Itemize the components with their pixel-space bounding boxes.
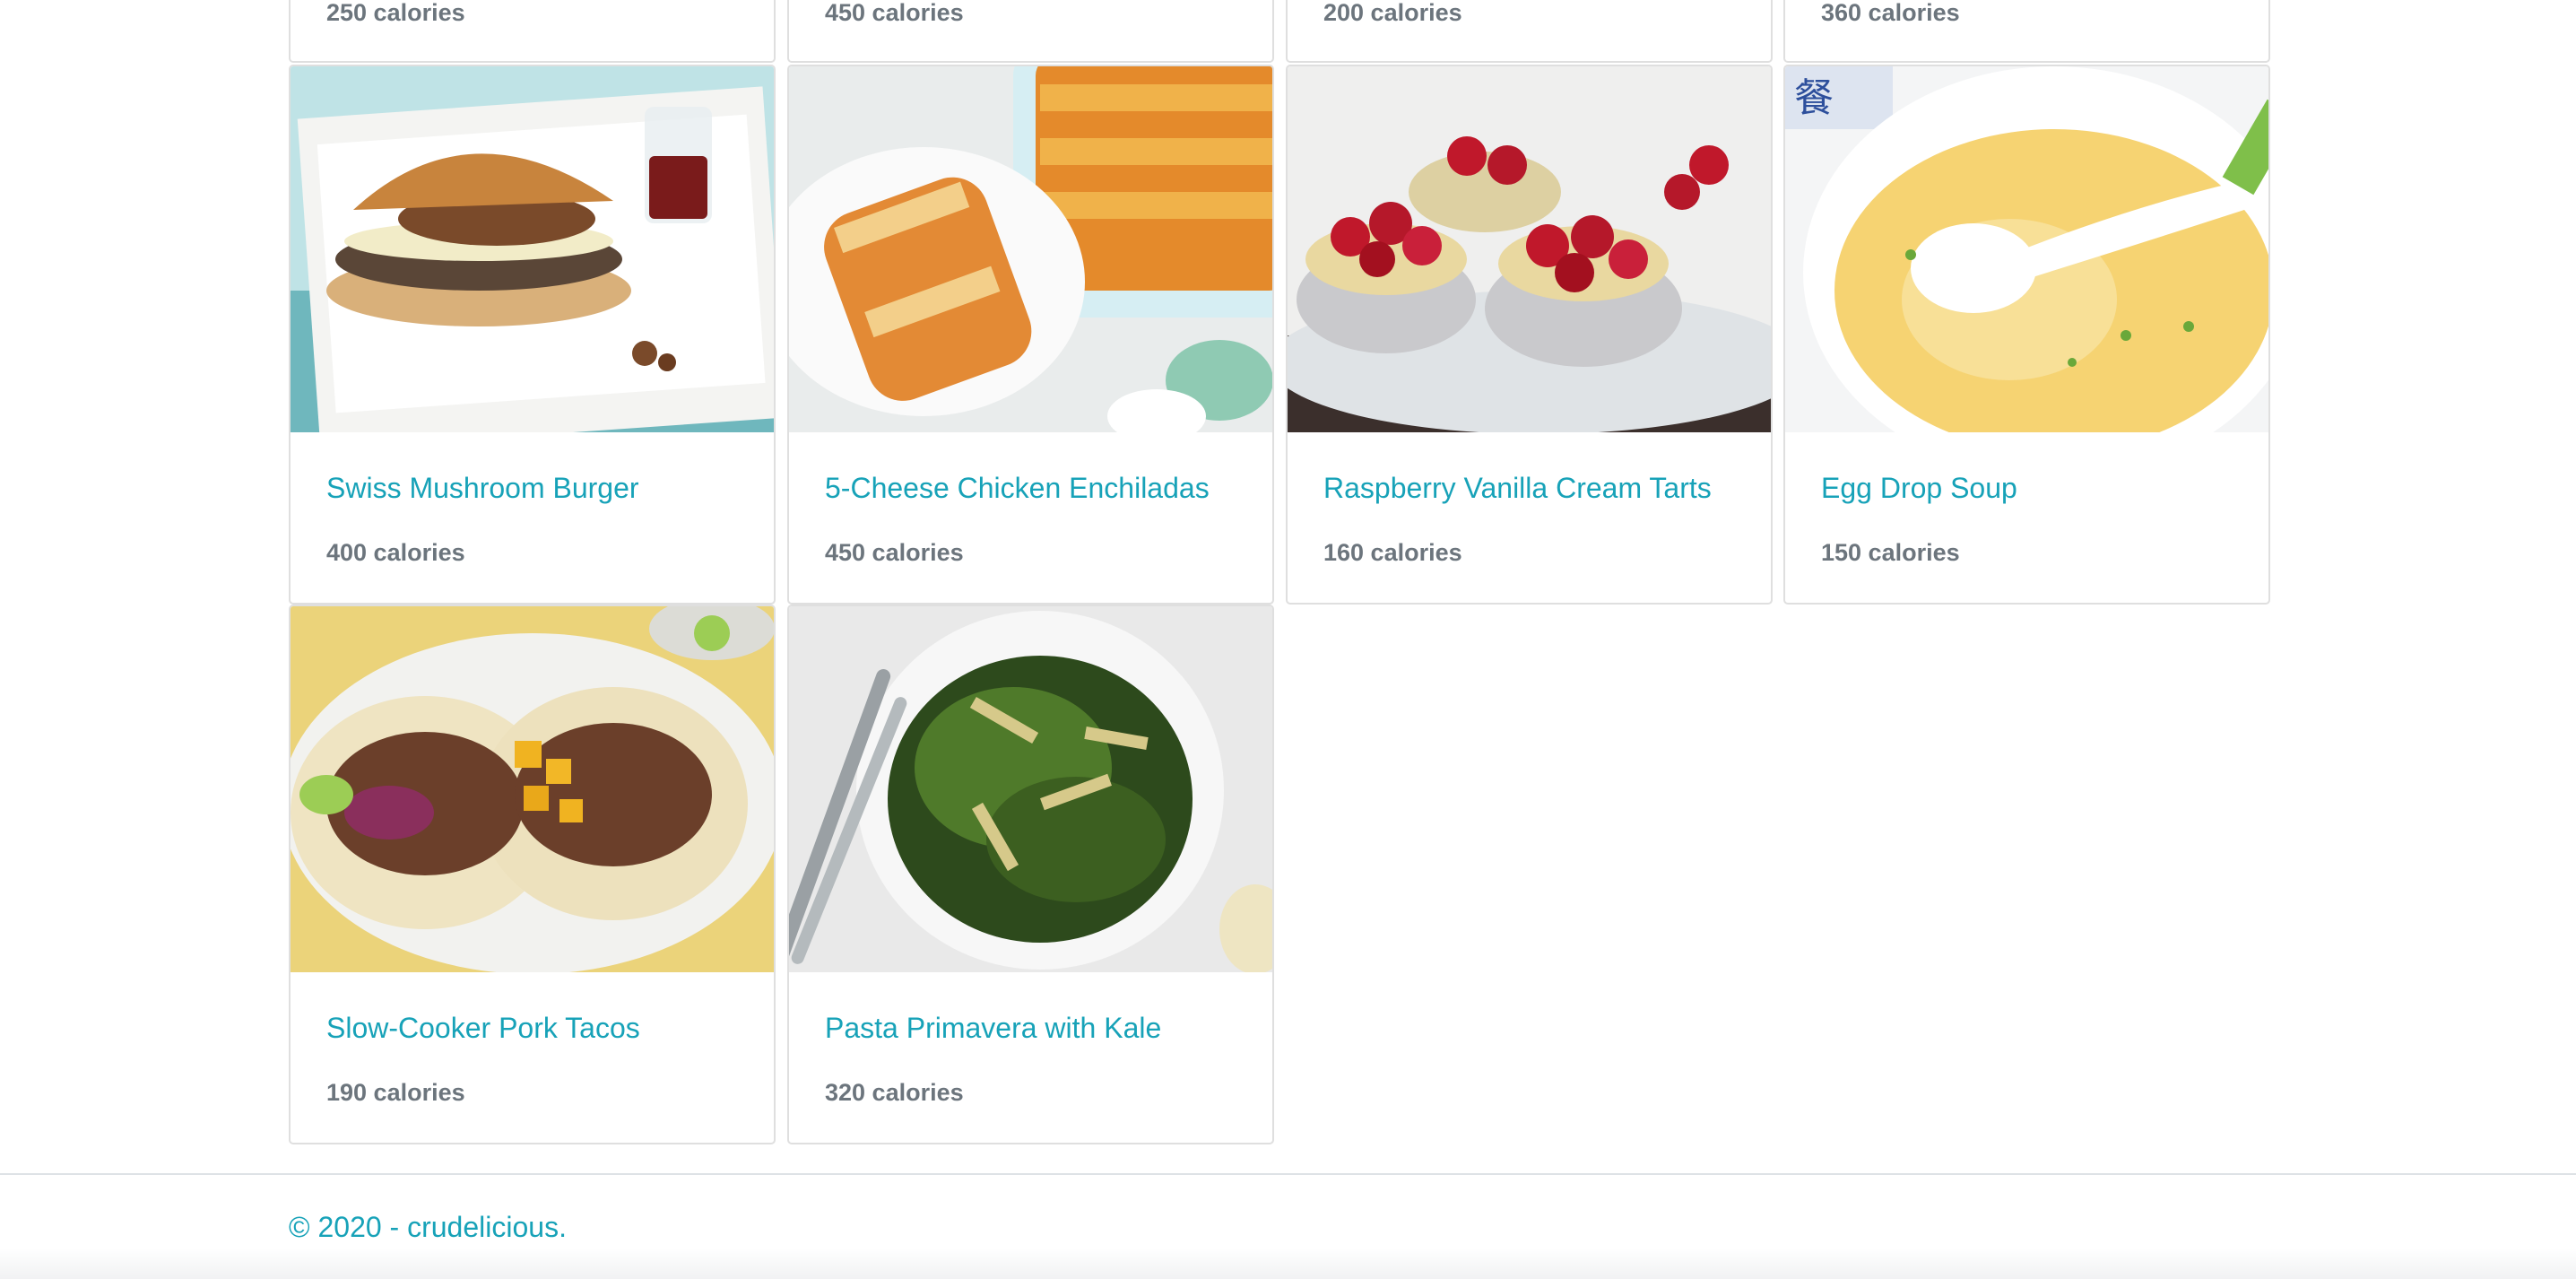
svg-text:餐: 餐: [1794, 75, 1834, 121]
recipe-title-link[interactable]: Swiss Mushroom Burger: [326, 471, 639, 505]
recipe-card[interactable]: 200 calories: [1286, 0, 1773, 63]
recipe-calories: 160 calories: [1323, 539, 1462, 566]
recipe-calories: 360 calories: [1821, 0, 1960, 26]
recipe-card[interactable]: Swiss Mushroom Burger 400 calories: [289, 65, 776, 605]
recipe-card[interactable]: 360 calories: [1783, 0, 2270, 63]
recipe-calories: 400 calories: [326, 539, 465, 566]
recipe-grid: 250 calories 450 calories 200 calories 3…: [0, 0, 2576, 1175]
recipe-image-tarts[interactable]: [1288, 66, 1771, 432]
recipe-calories: 320 calories: [825, 1079, 964, 1106]
recipe-card[interactable]: 餐 Egg Drop Soup 150 calories: [1783, 65, 2270, 605]
recipe-image-tacos[interactable]: [291, 606, 774, 972]
recipe-calories: 200 calories: [1323, 0, 1462, 26]
recipe-title-link[interactable]: Egg Drop Soup: [1821, 471, 2017, 505]
recipe-image-pasta[interactable]: [789, 606, 1272, 972]
recipe-card[interactable]: 450 calories: [787, 0, 1274, 63]
recipe-calories: 190 calories: [326, 1079, 465, 1106]
footer-brand-link[interactable]: crudelicious.: [407, 1211, 567, 1243]
recipe-title-link[interactable]: Raspberry Vanilla Cream Tarts: [1323, 471, 1712, 505]
recipe-image-burger[interactable]: [291, 66, 774, 432]
recipe-title-link[interactable]: Pasta Primavera with Kale: [825, 1011, 1161, 1045]
recipe-card[interactable]: Raspberry Vanilla Cream Tarts 160 calori…: [1286, 65, 1773, 605]
recipe-calories: 150 calories: [1821, 539, 1960, 566]
recipe-calories: 450 calories: [825, 539, 964, 566]
footer-copyright: © 2020 - crudelicious.: [289, 1211, 567, 1244]
page-footer: © 2020 - crudelicious.: [0, 1173, 2576, 1279]
recipe-card[interactable]: 250 calories: [289, 0, 776, 63]
recipe-card[interactable]: Pasta Primavera with Kale 320 calories: [787, 605, 1274, 1144]
recipe-title-link[interactable]: Slow-Cooker Pork Tacos: [326, 1011, 640, 1045]
recipe-image-enchiladas[interactable]: [789, 66, 1272, 432]
recipe-image-soup[interactable]: 餐: [1785, 66, 2268, 432]
footer-copyright-text: © 2020 -: [289, 1211, 408, 1243]
recipe-calories: 450 calories: [825, 0, 964, 26]
recipe-title-link[interactable]: 5-Cheese Chicken Enchiladas: [825, 471, 1210, 505]
recipe-calories: 250 calories: [326, 0, 465, 26]
recipe-card[interactable]: 5-Cheese Chicken Enchiladas 450 calories: [787, 65, 1274, 605]
recipe-card[interactable]: Slow-Cooker Pork Tacos 190 calories: [289, 605, 776, 1144]
